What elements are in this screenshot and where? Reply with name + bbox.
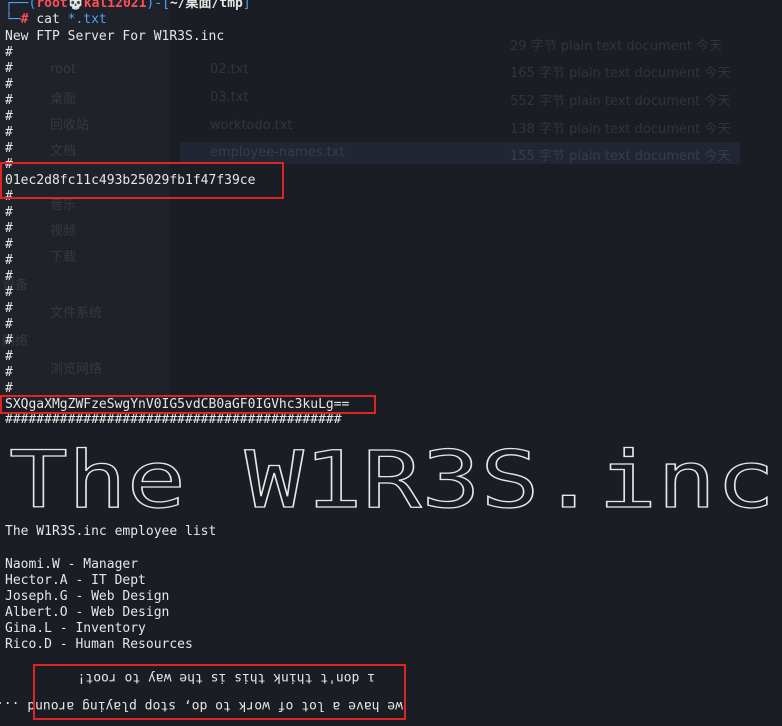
employee-row: Gina.L - Inventory [5,621,146,636]
upside-down-line-1: ı don't think this is the way to root! [77,670,375,685]
ghost-sidebar-item: 浏览网络 [50,362,103,377]
ghost-sidebar-panel [0,0,170,400]
hash-line: # [5,301,13,316]
ghost-file-name: employee-names.txt [210,145,345,160]
banner-text: The W1R3S.inc [9,436,775,519]
ghost-sidebar-item: 回收站 [50,118,90,133]
hash-line: # [5,285,13,300]
hash-line: # [5,61,13,76]
prompt-hash: # [20,12,37,27]
employee-row: Albert.O - Web Design [5,605,170,620]
hash-line: # [5,253,13,268]
prompt-cwd: ~/桌面/tmp [169,0,243,11]
ghost-sidebar-item: 视频 [50,224,77,239]
ghost-sidebar-item: 桌面 [50,92,77,107]
prompt-separator: )-[ [146,0,170,11]
ghost-sidebar-item: root [50,62,77,77]
hash-line: # [5,125,13,140]
hash-line: # [5,381,13,396]
ghost-file-name: 02.txt [210,62,249,77]
hash-line: # [5,141,13,156]
employee-list-title: The W1R3S.inc employee list [5,524,217,539]
ghost-sidebar-item: 音乐 [50,198,77,213]
ghost-file-row: worktodo.txt 138 字节 plain text document 今… [180,115,740,137]
prompt-user-host: root💀kali2021 [36,0,147,11]
hash-line: # [5,109,13,124]
hash-line: # [5,269,13,284]
ghost-sidebar-item: 下载 [50,250,77,265]
hash-line: # [5,205,13,220]
hash-line: # [5,77,13,92]
md5-hash-line: 01ec2d8fc11c493b25029fb1f47f39ce [5,173,256,188]
hash-line: # [5,157,13,172]
hash-line: # [5,221,13,236]
ghost-file-row: 02.txt 165 字节 plain text document 今天 [180,59,740,81]
ghost-file-name: 03.txt [210,90,249,105]
hash-line: # [5,333,13,348]
ghost-file-row-selected: employee-names.txt 155 字节 plain text docu… [180,142,740,164]
prompt-line-1: ┌──(root💀kali2021)-[~/桌面/tmp] [5,0,251,12]
upside-down-line-2: we have a lot of work to do, stop playin… [0,698,403,713]
ghost-sidebar-item: 文件系统 [50,306,103,321]
ghost-file-info: 165 字节 plain text document 今天 [510,66,731,81]
prompt-corner: └─ [5,12,21,27]
ghost-file-row: 29 字节 plain text document 今天 [180,32,740,54]
prompt-prefix: ┌──( [5,0,37,11]
ghost-file-info: 138 字节 plain text document 今天 [510,122,731,137]
ghost-file-name: worktodo.txt [210,118,293,133]
employee-row: Hector.A - IT Dept [5,573,146,588]
hash-line: # [5,45,13,60]
ghost-file-info: 29 字节 plain text document 今天 [510,39,723,54]
ghost-file-row: 03.txt 552 字节 plain text document 今天 [180,87,740,109]
base64-line: SXQgaXMgZWFzeSwgYnV0IG5vdCB0aGF0IGVhc3ku… [5,397,350,412]
command-text: cat [36,12,68,27]
ascii-art-banner: The W1R3S.inc [8,435,775,519]
prompt-line-2: └─# cat *.txt [5,12,107,28]
hash-line: # [5,317,13,332]
employee-row: Joseph.G - Web Design [5,589,170,604]
upside-down-message: we have a lot of work to do, stop playin… [0,667,405,717]
ghost-file-info: 155 字节 plain text document 今天 [510,149,731,164]
hash-line: # [5,349,13,364]
ghost-file-info: 552 字节 plain text document 今天 [510,94,731,109]
hash-line: # [5,189,13,204]
hash-line: # [5,93,13,108]
command-glob: *.txt [67,12,107,27]
prompt-bracket: ] [242,0,251,11]
ftp-title-line: New FTP Server For W1R3S.inc [5,29,225,44]
ghost-sidebar-item: 文档 [50,144,77,159]
hash-line: # [5,365,13,380]
employee-row: Rico.D - Human Resources [5,637,193,652]
hash-line: # [5,237,13,252]
employee-row: Naomi.W - Manager [5,557,139,572]
